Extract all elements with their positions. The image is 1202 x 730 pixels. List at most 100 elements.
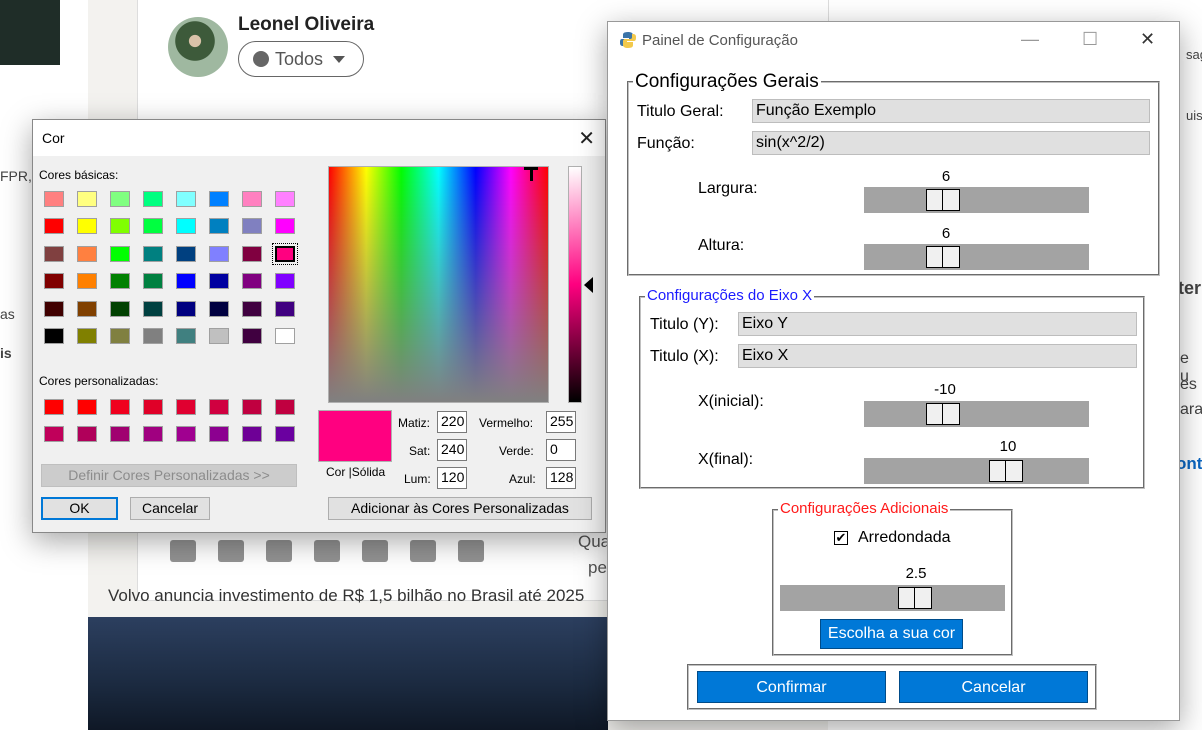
basic-color-swatch[interactable] [143, 273, 163, 290]
x-end-slider-handle[interactable] [989, 460, 1023, 482]
basic-color-swatch[interactable] [77, 273, 97, 290]
custom-color-swatch[interactable] [242, 399, 262, 415]
ok-button[interactable]: OK [41, 497, 118, 520]
video-icon[interactable] [218, 540, 244, 562]
basic-color-swatch[interactable] [242, 245, 262, 262]
basic-color-swatch[interactable] [272, 242, 298, 265]
basic-color-swatch[interactable] [176, 273, 196, 290]
rounding-slider[interactable] [780, 585, 1005, 611]
basic-color-swatch[interactable] [209, 245, 229, 262]
confirm-button[interactable]: Confirmar [697, 671, 886, 703]
custom-color-swatch[interactable] [275, 399, 295, 415]
basic-color-swatch[interactable] [176, 300, 196, 317]
basic-color-swatch[interactable] [143, 300, 163, 317]
width-slider-handle[interactable] [926, 189, 960, 211]
basic-color-swatch[interactable] [110, 273, 130, 290]
basic-color-swatch[interactable] [275, 328, 295, 344]
custom-color-swatch[interactable] [176, 426, 196, 442]
basic-color-swatch[interactable] [176, 245, 196, 262]
blue-input[interactable]: 128 [546, 467, 576, 489]
basic-color-swatch[interactable] [110, 191, 130, 207]
basic-color-swatch[interactable] [275, 191, 295, 207]
custom-color-swatch[interactable] [44, 399, 64, 415]
more-icon[interactable] [458, 540, 484, 562]
basic-color-swatch[interactable] [275, 300, 295, 317]
custom-color-swatch[interactable] [209, 426, 229, 442]
basic-color-swatch[interactable] [44, 191, 64, 207]
height-slider-handle[interactable] [926, 246, 960, 268]
x-end-slider[interactable] [864, 458, 1089, 484]
basic-color-swatch[interactable] [176, 328, 196, 344]
green-input[interactable]: 0 [546, 439, 576, 461]
custom-color-swatch[interactable] [77, 399, 97, 415]
custom-color-swatch[interactable] [176, 399, 196, 415]
basic-color-swatch[interactable] [44, 300, 64, 317]
choose-color-button[interactable]: Escolha a sua cor [820, 619, 963, 649]
basic-color-swatch[interactable] [143, 191, 163, 207]
basic-color-swatch[interactable] [77, 245, 97, 262]
close-icon[interactable]: ✕ [578, 126, 595, 151]
basic-color-swatch[interactable] [176, 191, 196, 207]
x-title-input[interactable]: Eixo X [738, 344, 1137, 368]
briefcase-icon[interactable] [314, 540, 340, 562]
color-spectrum[interactable] [328, 166, 549, 403]
custom-color-swatch[interactable] [209, 399, 229, 415]
x-start-slider-handle[interactable] [926, 403, 960, 425]
general-title-input[interactable]: Função Exemplo [752, 99, 1150, 123]
basic-color-swatch[interactable] [44, 273, 64, 290]
x-start-slider[interactable] [864, 401, 1089, 427]
height-slider[interactable] [864, 244, 1089, 270]
document-icon[interactable] [266, 540, 292, 562]
custom-color-swatch[interactable] [77, 426, 97, 442]
basic-color-swatch[interactable] [77, 191, 97, 207]
basic-color-swatch[interactable] [77, 218, 97, 235]
badge-icon[interactable] [362, 540, 388, 562]
basic-color-swatch[interactable] [242, 328, 262, 344]
basic-color-swatch[interactable] [143, 328, 163, 344]
basic-color-swatch[interactable] [77, 328, 97, 344]
width-slider[interactable] [864, 187, 1089, 213]
luminance-arrow-icon[interactable] [584, 277, 593, 293]
custom-color-swatch[interactable] [242, 426, 262, 442]
custom-color-swatch[interactable] [110, 426, 130, 442]
basic-color-swatch[interactable] [242, 273, 262, 290]
basic-color-swatch[interactable] [242, 218, 262, 235]
basic-color-swatch[interactable] [110, 218, 130, 235]
custom-color-swatch[interactable] [44, 426, 64, 442]
custom-color-swatch[interactable] [143, 426, 163, 442]
custom-color-swatch[interactable] [275, 426, 295, 442]
luminance-slider[interactable] [568, 166, 582, 403]
image-icon[interactable] [170, 540, 196, 562]
basic-color-swatch[interactable] [242, 191, 262, 207]
rounding-slider-handle[interactable] [898, 587, 932, 609]
basic-color-swatch[interactable] [209, 191, 229, 207]
basic-color-swatch[interactable] [242, 300, 262, 317]
basic-color-swatch[interactable] [110, 300, 130, 317]
rounded-checkbox[interactable]: ✔ [834, 531, 848, 545]
basic-color-swatch[interactable] [275, 218, 295, 235]
y-title-input[interactable]: Eixo Y [738, 312, 1137, 336]
basic-color-swatch[interactable] [209, 328, 229, 344]
basic-color-swatch[interactable] [209, 300, 229, 317]
basic-color-swatch[interactable] [209, 273, 229, 290]
function-input[interactable]: sin(x^2/2) [752, 131, 1150, 155]
lum-input[interactable]: 120 [437, 467, 467, 489]
basic-color-swatch[interactable] [77, 300, 97, 317]
basic-color-swatch[interactable] [143, 218, 163, 235]
red-input[interactable]: 255 [546, 411, 576, 433]
basic-color-swatch[interactable] [110, 245, 130, 262]
close-icon[interactable]: ✕ [1140, 29, 1155, 50]
hue-input[interactable]: 220 [437, 411, 467, 433]
custom-color-swatch[interactable] [110, 399, 130, 415]
basic-color-swatch[interactable] [44, 245, 64, 262]
basic-color-swatch[interactable] [44, 328, 64, 344]
basic-color-swatch[interactable] [110, 328, 130, 344]
maximize-icon[interactable]: ☐ [1082, 29, 1098, 50]
chart-icon[interactable] [410, 540, 436, 562]
basic-color-swatch[interactable] [275, 273, 295, 290]
crosshair-icon[interactable] [524, 167, 538, 181]
basic-color-swatch[interactable] [176, 218, 196, 235]
audience-selector[interactable]: Todos [238, 41, 364, 77]
sat-input[interactable]: 240 [437, 439, 467, 461]
cancel-button[interactable]: Cancelar [130, 497, 210, 520]
